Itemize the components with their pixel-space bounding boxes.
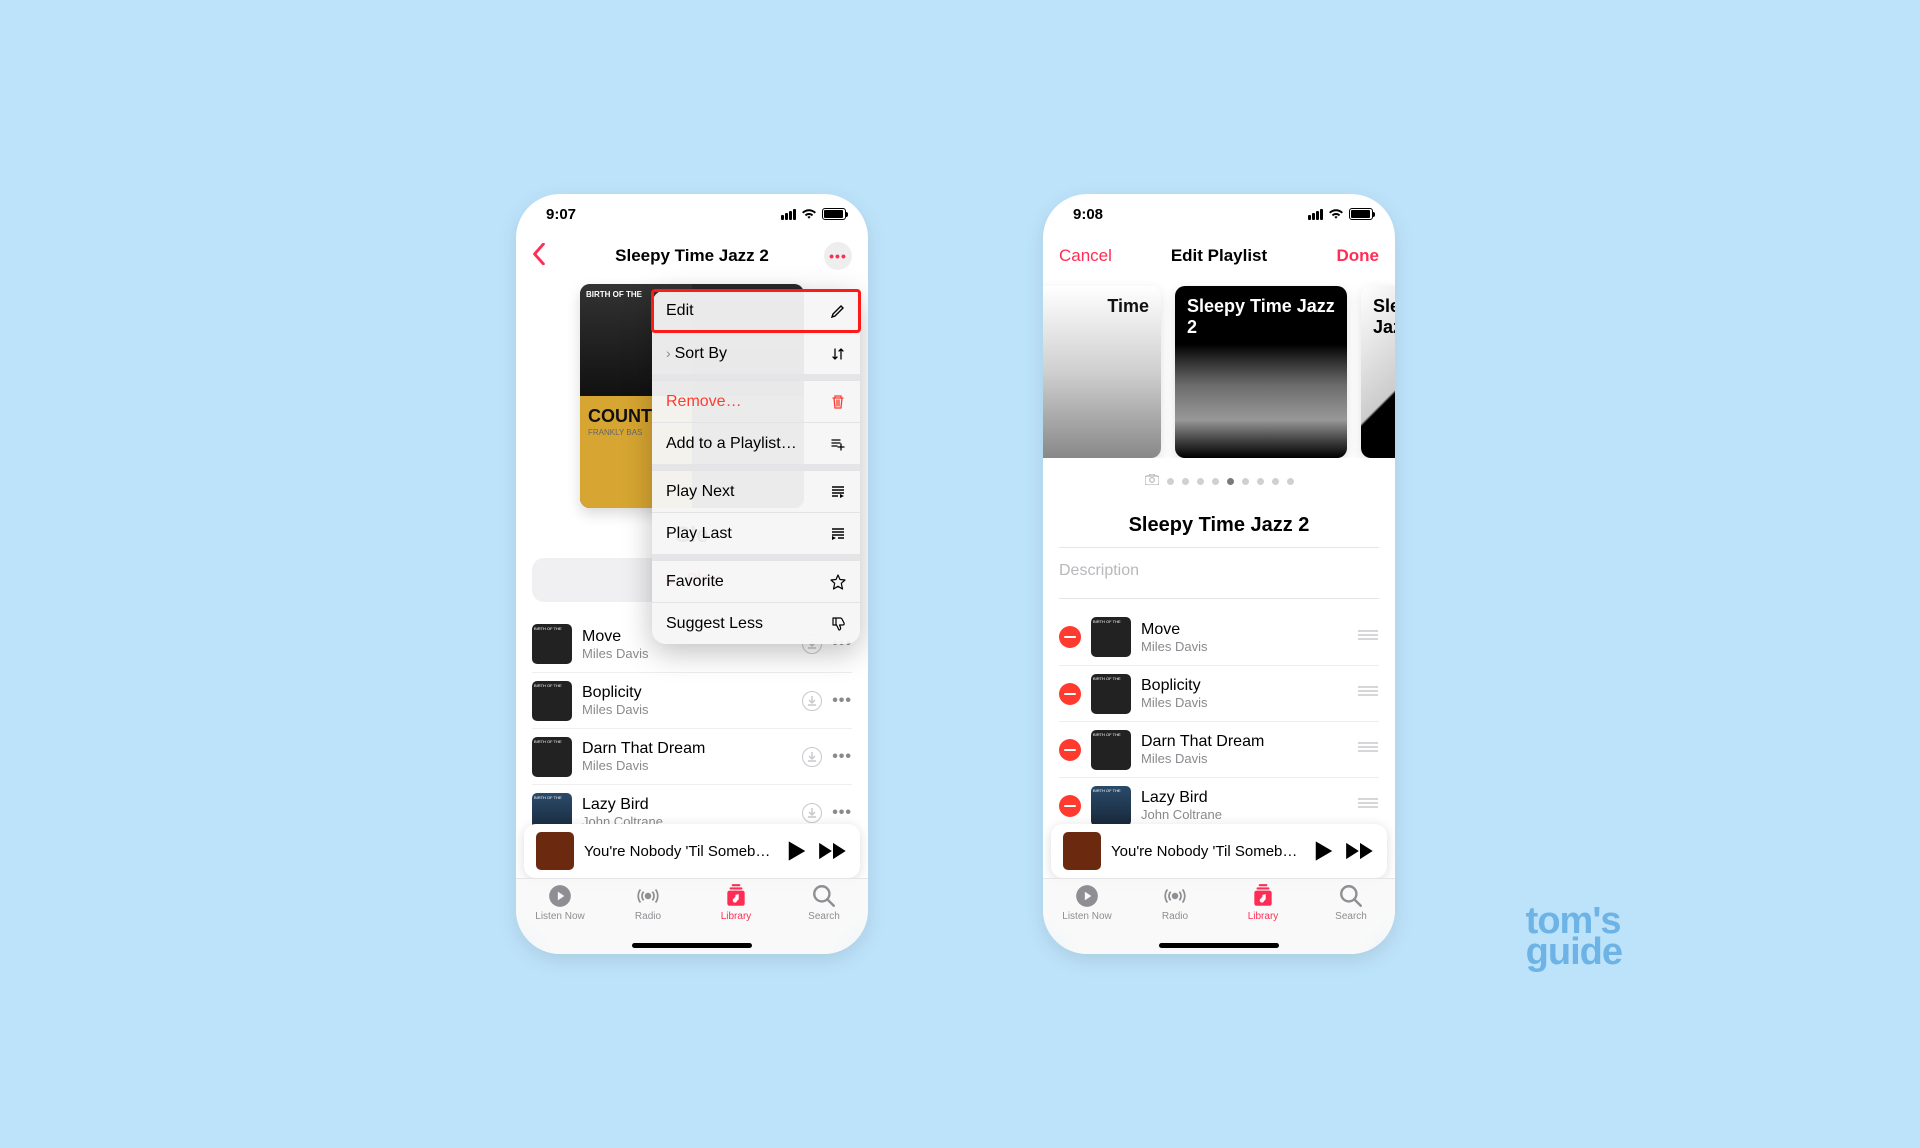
thumbs-down-icon: [830, 616, 846, 632]
play-icon[interactable]: [1313, 840, 1335, 862]
song-row[interactable]: BoplicityMiles Davis •••: [532, 672, 852, 728]
pencil-icon: [830, 303, 846, 319]
fast-forward-icon[interactable]: [1345, 840, 1375, 862]
song-more-button[interactable]: •••: [832, 748, 852, 766]
song-row[interactable]: Darn That DreamMiles Davis: [1059, 721, 1379, 777]
download-icon[interactable]: [802, 803, 822, 823]
more-button[interactable]: •••: [824, 242, 852, 270]
now-playing-title: You're Nobody 'Til Somebo…: [1111, 843, 1303, 860]
delete-button[interactable]: [1059, 739, 1081, 761]
menu-suggest-less[interactable]: Suggest Less: [652, 602, 860, 644]
menu-play-next[interactable]: Play Next: [652, 470, 860, 512]
cover-option-selected[interactable]: Sleepy Time Jazz 2: [1175, 286, 1347, 458]
status-bar: 9:07: [516, 194, 868, 234]
now-playing-art: [1063, 832, 1101, 870]
wifi-icon: [801, 208, 817, 220]
song-list: MoveMiles Davis ••• BoplicityMiles Davis…: [516, 616, 868, 840]
camera-icon[interactable]: [1145, 472, 1159, 490]
now-playing-art: [536, 832, 574, 870]
delete-button[interactable]: [1059, 683, 1081, 705]
library-icon: [723, 883, 749, 909]
play-circle-icon: [547, 883, 573, 909]
reorder-handle[interactable]: [1357, 796, 1379, 815]
done-button[interactable]: Done: [1337, 246, 1380, 266]
nav-title: Sleepy Time Jazz 2: [516, 246, 868, 266]
home-indicator[interactable]: [1159, 943, 1279, 948]
menu-add-to-playlist[interactable]: Add to a Playlist…: [652, 422, 860, 464]
star-icon: [830, 574, 846, 590]
download-icon[interactable]: [802, 747, 822, 767]
reorder-handle[interactable]: [1357, 740, 1379, 759]
cover-art-carousel[interactable]: Time Sleepy Time Jazz 2 Sleepy T Jazz 2: [1043, 278, 1395, 458]
now-playing-bar[interactable]: You're Nobody 'Til Somebo…: [1051, 824, 1387, 878]
play-icon[interactable]: [786, 840, 808, 862]
search-icon: [1338, 883, 1364, 909]
playlist-description-input[interactable]: Description: [1059, 552, 1379, 599]
search-icon: [811, 883, 837, 909]
menu-favorite[interactable]: Favorite: [652, 560, 860, 602]
library-icon: [1250, 883, 1276, 909]
wifi-icon: [1328, 208, 1344, 220]
cellular-icon: [781, 209, 796, 220]
song-row[interactable]: MoveMiles Davis: [1059, 609, 1379, 665]
play-next-icon: [830, 484, 846, 500]
nav-bar: Cancel Edit Playlist Done: [1043, 234, 1395, 278]
sort-icon: [830, 346, 846, 362]
play-last-icon: [830, 526, 846, 542]
page-indicator: [1043, 458, 1395, 496]
cover-option[interactable]: Time: [1043, 286, 1161, 458]
status-time: 9:08: [1073, 206, 1103, 223]
song-more-button[interactable]: •••: [832, 692, 852, 710]
cover-option[interactable]: Sleepy T Jazz 2: [1361, 286, 1395, 458]
tab-listen-now[interactable]: Listen Now: [1043, 883, 1131, 954]
tab-search[interactable]: Search: [780, 883, 868, 954]
watermark-logo: tom's guide: [1526, 906, 1622, 968]
tab-listen-now[interactable]: Listen Now: [516, 883, 604, 954]
song-list-editable: MoveMiles Davis BoplicityMiles Davis Dar…: [1043, 609, 1395, 833]
song-row[interactable]: Darn That DreamMiles Davis •••: [532, 728, 852, 784]
status-time: 9:07: [546, 206, 576, 223]
phone-screenshot-playlist-menu: 9:07 Sleepy Time Jazz 2 ••• Sle P: [516, 194, 868, 954]
play-circle-icon: [1074, 883, 1100, 909]
delete-button[interactable]: [1059, 626, 1081, 648]
context-menu: Edit › Sort By Remove… Add to a Playlist…: [652, 290, 860, 644]
menu-remove[interactable]: Remove…: [652, 380, 860, 422]
back-button[interactable]: [532, 243, 546, 270]
phone-screenshot-edit-playlist: 9:08 Cancel Edit Playlist Done Time Slee…: [1043, 194, 1395, 954]
reorder-handle[interactable]: [1357, 684, 1379, 703]
now-playing-title: You're Nobody 'Til Somebo…: [584, 843, 776, 860]
nav-bar: Sleepy Time Jazz 2 •••: [516, 234, 868, 278]
song-more-button[interactable]: •••: [832, 804, 852, 822]
reorder-handle[interactable]: [1357, 628, 1379, 647]
home-indicator[interactable]: [632, 943, 752, 948]
fast-forward-icon[interactable]: [818, 840, 848, 862]
menu-play-last[interactable]: Play Last: [652, 512, 860, 554]
delete-button[interactable]: [1059, 795, 1081, 817]
trash-icon: [830, 394, 846, 410]
playlist-name-input[interactable]: Sleepy Time Jazz 2: [1059, 504, 1379, 548]
menu-edit[interactable]: Edit: [652, 290, 860, 332]
tab-search[interactable]: Search: [1307, 883, 1395, 954]
menu-sort-by[interactable]: › Sort By: [652, 332, 860, 374]
battery-icon: [822, 208, 846, 220]
cancel-button[interactable]: Cancel: [1059, 246, 1112, 266]
song-row[interactable]: BoplicityMiles Davis: [1059, 665, 1379, 721]
radio-icon: [1162, 883, 1188, 909]
battery-icon: [1349, 208, 1373, 220]
now-playing-bar[interactable]: You're Nobody 'Til Somebo…: [524, 824, 860, 878]
cellular-icon: [1308, 209, 1323, 220]
status-bar: 9:08: [1043, 194, 1395, 234]
playlist-add-icon: [830, 436, 846, 452]
download-icon[interactable]: [802, 691, 822, 711]
radio-icon: [635, 883, 661, 909]
